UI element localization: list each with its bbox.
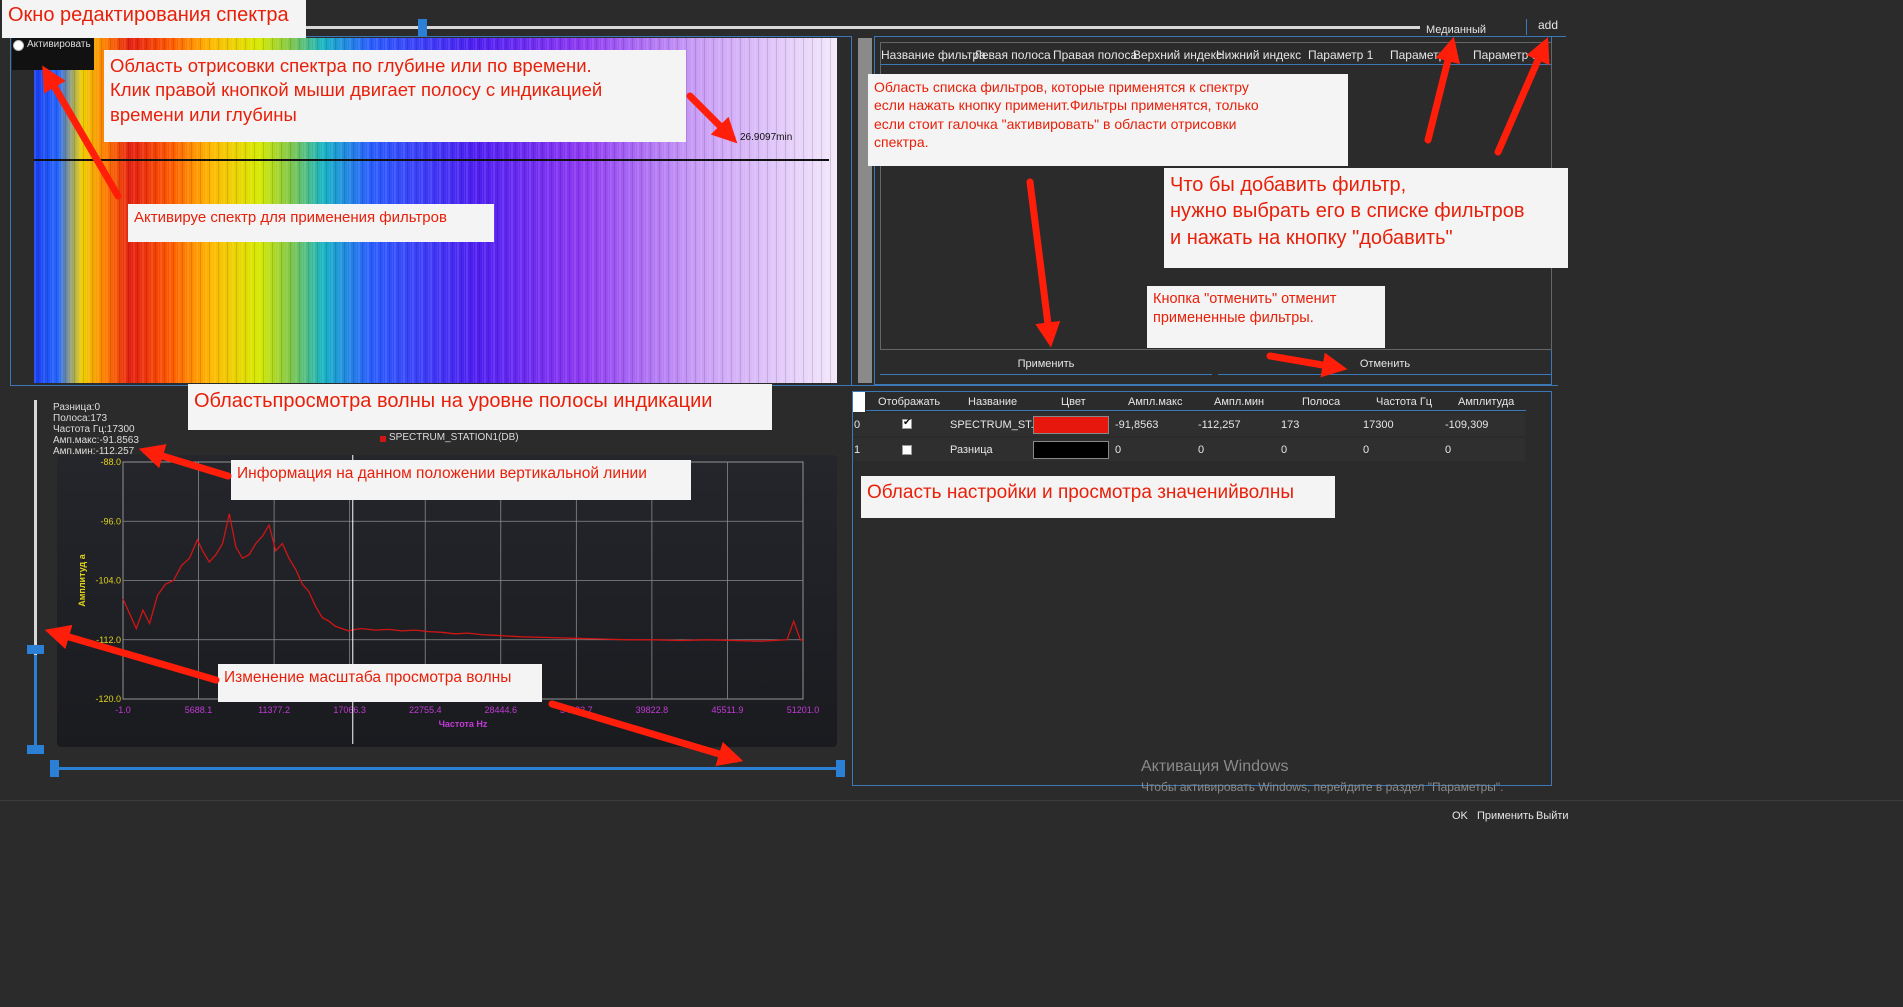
arrow-to-add xyxy=(1494,37,1550,156)
arrow-to-apply xyxy=(1026,178,1061,348)
arrow-to-horizontal-slider xyxy=(548,700,744,767)
arrow-to-median xyxy=(1424,36,1460,144)
arrow-to-cancel xyxy=(1266,352,1348,378)
arrow-to-vertical-slider xyxy=(44,624,220,684)
arrow-to-info xyxy=(138,444,232,480)
annotation-arrows xyxy=(42,36,1550,767)
arrow-to-activate xyxy=(42,65,122,200)
arrow-to-marker xyxy=(686,92,738,144)
